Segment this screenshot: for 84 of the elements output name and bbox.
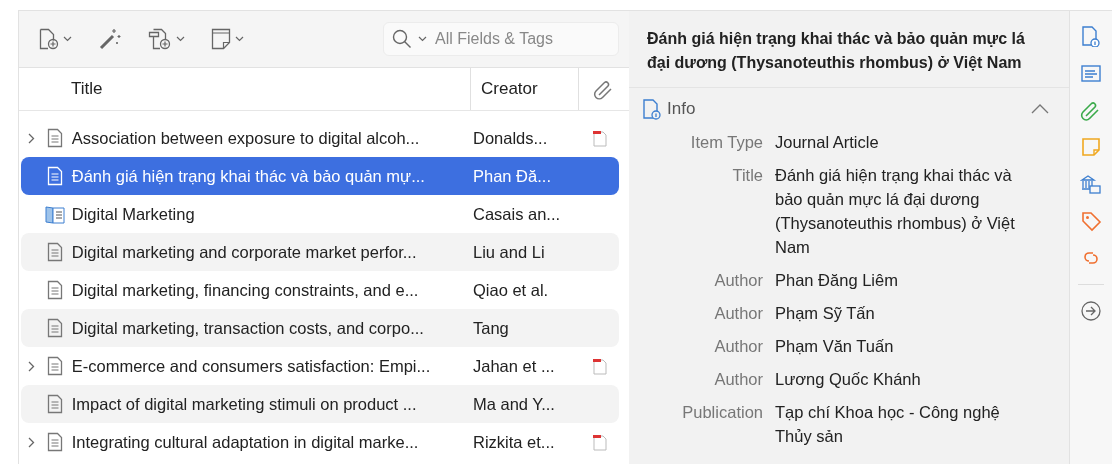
field-value[interactable]: Phạm Sỹ Tấn — [775, 301, 1070, 325]
title-cell-text: Digital marketing, transaction costs, and corpo... — [70, 318, 425, 338]
title-cell-text: Digital Marketing — [70, 204, 196, 224]
creator-cell-text: Qiao et al. — [472, 280, 550, 300]
field-value[interactable]: Phạm Văn Tuấn — [775, 334, 1070, 358]
new-item-button[interactable] — [37, 26, 74, 52]
caret-icon — [176, 36, 185, 42]
note-icon — [211, 28, 231, 50]
item-row[interactable]: Integrating cultural adaptation in digital marke... Rizkita et... — [21, 423, 619, 461]
tag-tab[interactable] — [1080, 210, 1103, 232]
paperclip-icon[interactable] — [592, 78, 614, 100]
creator-cell-text: Casais an... — [472, 204, 562, 224]
magic-wand-icon — [98, 27, 122, 51]
field-label: Author — [713, 270, 763, 291]
library-icon — [1080, 173, 1103, 195]
new-note-button[interactable] — [209, 26, 246, 52]
note-icon — [1080, 136, 1103, 158]
field-label: Author — [713, 336, 763, 357]
search-field[interactable]: All Fields & Tags — [383, 22, 619, 56]
document-icon — [47, 394, 64, 414]
document-icon — [47, 280, 64, 300]
field-label: Title — [731, 165, 763, 186]
add-attachment-button[interactable] — [146, 26, 187, 52]
new-document-icon — [39, 28, 59, 50]
document-icon — [47, 318, 64, 338]
caret-icon — [235, 36, 244, 42]
collapse-chevron-icon — [1031, 103, 1050, 114]
item-row[interactable]: Digital marketing and corporate market perfor... Liu and Li — [21, 233, 619, 271]
creator-cell-text: Liu and Li — [472, 242, 546, 262]
caret-icon — [63, 36, 72, 42]
field-label: Author — [713, 303, 763, 324]
title-cell-text: Đánh giá hiện trạng khai thác và bảo quản mự... — [70, 166, 426, 186]
title-cell-text: Impact of digital marketing stimuli on product ... — [70, 394, 418, 414]
creator-cell-text: Tang — [472, 318, 510, 338]
creator-column-header[interactable]: Creator — [471, 68, 579, 110]
search-input[interactable]: All Fields & Tags — [433, 29, 607, 49]
field-label: Item Type — [689, 132, 763, 153]
arrow-circle-icon — [1080, 300, 1103, 322]
field-value[interactable]: Đánh giá hiện trạng khai thác và bảo quản mực lá đại dương (Thysanoteuthis rhombus) ở Việt Nam — [775, 163, 1070, 259]
document-icon — [47, 356, 64, 376]
library-tab[interactable] — [1080, 173, 1103, 195]
item-row[interactable]: Digital marketing, transaction costs, and corpo... Tang — [21, 309, 619, 347]
field-value[interactable]: Lương Quốc Khánh — [775, 367, 1070, 391]
item-row[interactable]: Association between exposure to digital alcoh... Donalds... — [21, 119, 619, 157]
creator-cell-text: Ma and Y... — [472, 394, 556, 414]
search-icon — [392, 29, 412, 49]
creator-cell-text: Rizkita et... — [472, 432, 556, 452]
field-value[interactable]: Phan Đăng Liêm — [775, 268, 1070, 292]
expand-chevron-icon[interactable] — [28, 436, 36, 448]
item-row[interactable]: Impact of digital marketing stimuli on product ... Ma and Y... — [21, 385, 619, 423]
stacked-documents-icon — [148, 28, 172, 50]
title-cell-text: Digital marketing and corporate market perfor... — [70, 242, 418, 262]
section-heading: Info — [667, 99, 696, 119]
field-label: Publication — [681, 402, 763, 423]
item-row[interactable]: Digital Marketing Casais an... — [21, 195, 619, 233]
title-cell-text: E-commerce and consumers satisfaction: Empi... — [70, 356, 432, 376]
info-tab[interactable] — [1080, 25, 1103, 47]
creator-cell-text: Phan Đă... — [472, 166, 552, 186]
info-icon — [641, 98, 663, 120]
creator-cell-text: Jahan et ... — [472, 356, 556, 376]
item-row[interactable]: E-commerce and consumers satisfaction: Empi... Jahan et ... — [21, 347, 619, 385]
field-value[interactable]: Journal Article — [775, 130, 1070, 154]
title-cell-text: Integrating cultural adaptation in digital marke... — [70, 432, 420, 452]
item-row[interactable]: Digital marketing, financing constraints, and e... Qiao et al. — [21, 271, 619, 309]
locate-button[interactable] — [1080, 300, 1103, 322]
info-icon — [1080, 25, 1103, 47]
title-cell-text: Association between exposure to digital alcoh... — [70, 128, 421, 148]
title-cell-text: Digital marketing, financing constraints, and e... — [70, 280, 420, 300]
document-icon — [47, 166, 64, 186]
field-label: Author — [713, 369, 763, 390]
item-row[interactable]: Đánh giá hiện trạng khai thác và bảo quản mự... Phan Đă... — [21, 157, 619, 195]
expand-chevron-icon[interactable] — [28, 132, 36, 144]
title-column-header[interactable]: Title — [19, 68, 471, 110]
caret-icon — [418, 36, 427, 42]
document-icon — [47, 432, 64, 452]
field-value[interactable]: Tạp chí Khoa học - Công nghệ Thủy sản — [775, 400, 1070, 448]
document-icon — [47, 128, 64, 148]
book-icon — [45, 204, 66, 224]
document-icon — [47, 242, 64, 262]
tag-icon — [1080, 210, 1103, 232]
expand-chevron-icon[interactable] — [28, 360, 36, 372]
abstract-tab[interactable] — [1080, 62, 1103, 84]
abstract-icon — [1080, 62, 1103, 84]
creator-cell-text: Donalds... — [472, 128, 549, 148]
